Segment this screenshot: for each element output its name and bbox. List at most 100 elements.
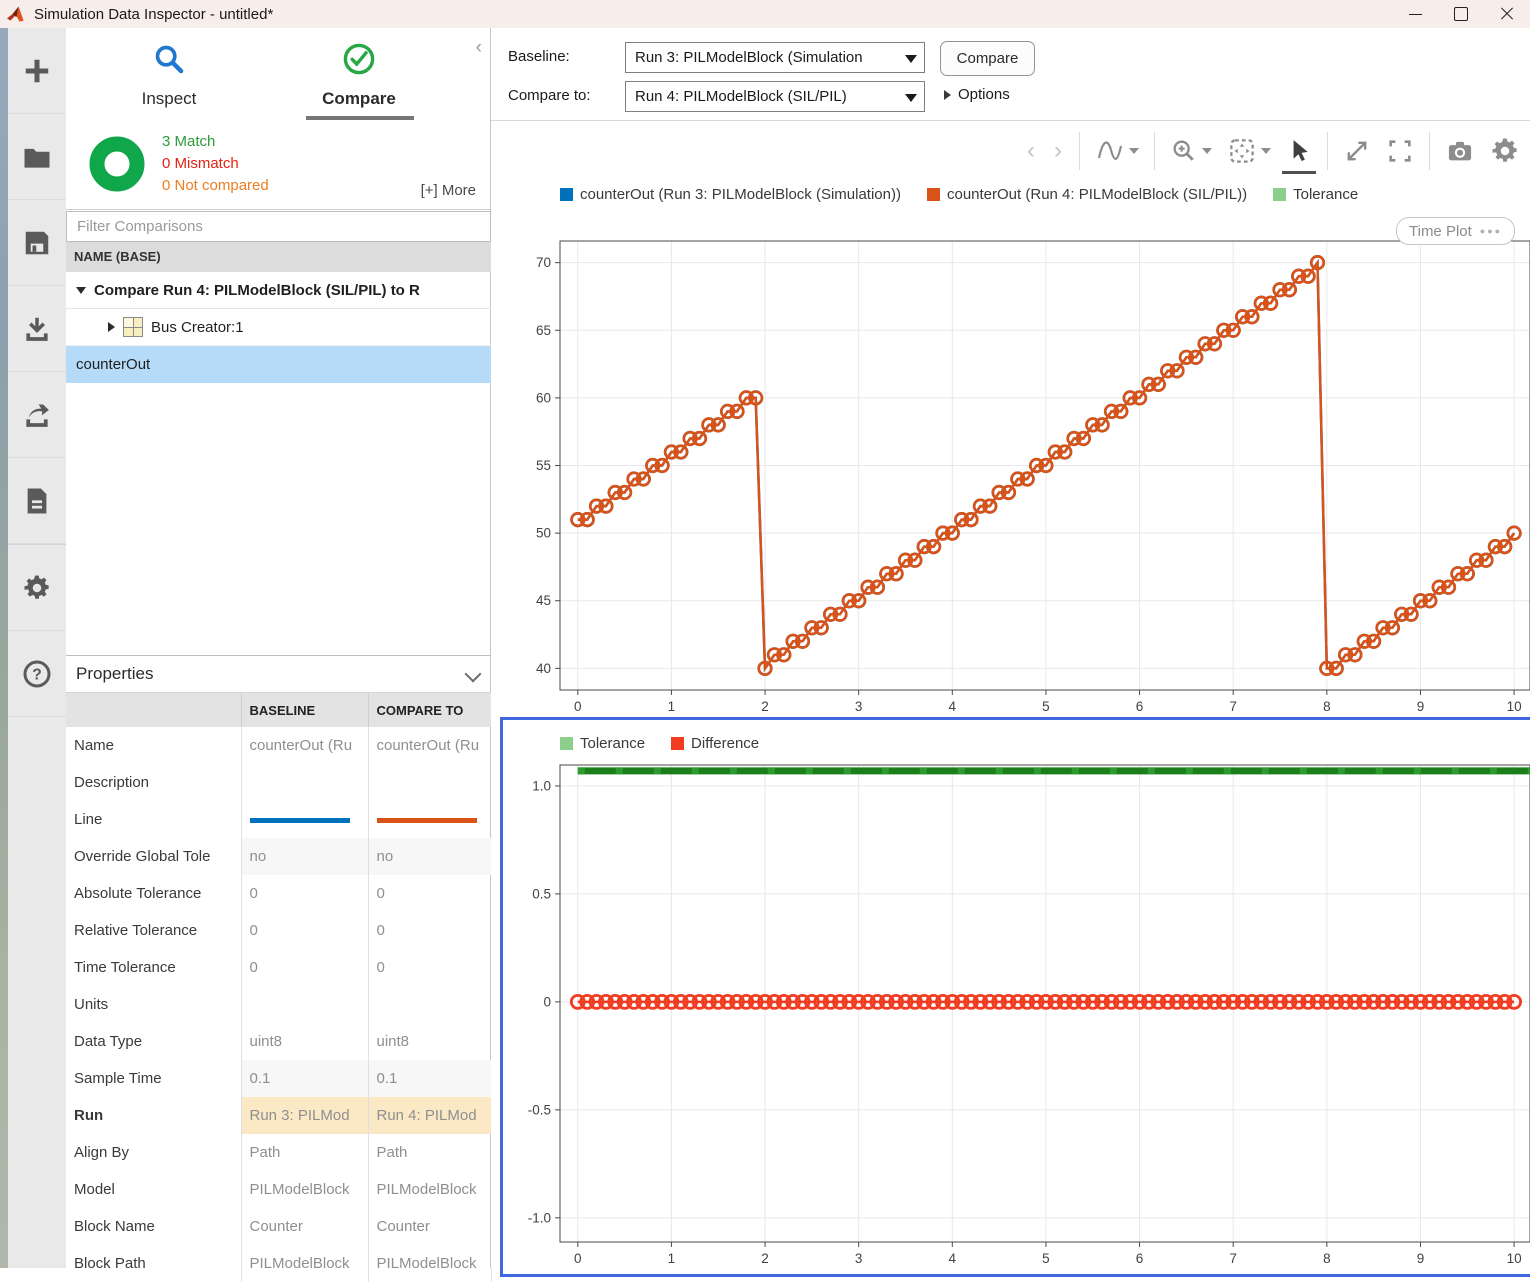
- create-report-icon: [22, 486, 52, 516]
- property-value-baseline: counterOut (Ru: [241, 727, 368, 764]
- preferences-icon: [22, 573, 52, 603]
- svg-text:6: 6: [1136, 1251, 1144, 1266]
- property-label: Run: [66, 1097, 241, 1134]
- property-row-data-type[interactable]: Data Typeuint8uint8: [66, 1023, 491, 1060]
- badge-menu-dots-icon[interactable]: ●●●: [1480, 226, 1502, 236]
- compare-button[interactable]: Compare: [940, 41, 1035, 76]
- active-tab-underline: [306, 116, 414, 120]
- filter-comparisons-input[interactable]: [66, 211, 491, 242]
- svg-text:4: 4: [949, 1251, 957, 1266]
- fit-to-view-icon[interactable]: [1227, 136, 1271, 166]
- signal-display-icon[interactable]: [1095, 137, 1139, 165]
- property-value-baseline: uint8: [241, 1023, 368, 1060]
- expand-plot-icon[interactable]: [1343, 137, 1371, 165]
- bus-creator-label: Bus Creator:1: [151, 319, 244, 336]
- svg-text:2: 2: [761, 699, 769, 714]
- collapsed-triangle-icon[interactable]: [108, 322, 115, 332]
- property-row-sample-time[interactable]: Sample Time0.10.1: [66, 1060, 491, 1097]
- property-row-line[interactable]: Line: [66, 801, 491, 838]
- properties-header[interactable]: Properties: [66, 656, 491, 693]
- match-donut-chart: [88, 135, 146, 193]
- property-value-compare: no: [368, 838, 491, 875]
- property-row-absolute-tolerance[interactable]: Absolute Tolerance00: [66, 875, 491, 912]
- fullscreen-icon[interactable]: [1386, 137, 1414, 165]
- more-link[interactable]: [+] More: [421, 182, 476, 199]
- difference-plot-panel-selected[interactable]: ToleranceDifference 0123456789101.00.50-…: [500, 717, 1530, 1277]
- baseline-dropdown[interactable]: Run 3: PILModelBlock (Simulation: [625, 42, 925, 73]
- svg-text:-1.0: -1.0: [528, 1210, 551, 1225]
- difference-plot-chart[interactable]: 0123456789101.00.50-0.5-1.0: [503, 720, 1530, 1268]
- property-value-baseline: 0: [241, 912, 368, 949]
- zoom-in-icon[interactable]: [1170, 137, 1212, 165]
- snapshot-camera-icon[interactable]: [1445, 137, 1475, 165]
- close-button[interactable]: [1484, 0, 1530, 28]
- property-value-compare: 0.1: [368, 1060, 491, 1097]
- property-label: Model: [66, 1171, 241, 1208]
- plot-settings-gear-icon[interactable]: [1490, 136, 1520, 166]
- property-row-relative-tolerance[interactable]: Relative Tolerance00: [66, 912, 491, 949]
- add-icon: [22, 56, 52, 86]
- svg-text:?: ?: [32, 666, 42, 683]
- open-button[interactable]: [8, 114, 66, 200]
- properties-col-header-COMPARE TO: COMPARE TO: [368, 693, 491, 727]
- import-button[interactable]: [8, 286, 66, 372]
- export-icon: [22, 400, 52, 430]
- help-button[interactable]: ?: [8, 631, 66, 717]
- property-row-override-global-tole[interactable]: Override Global Tolenono: [66, 838, 491, 875]
- save-icon: [22, 228, 52, 258]
- export-button[interactable]: [8, 372, 66, 458]
- counterout-label: counterOut: [76, 356, 150, 373]
- create-report-button[interactable]: [8, 458, 66, 544]
- tree-bus-creator-row[interactable]: Bus Creator:1: [66, 309, 491, 346]
- property-value-baseline: [241, 986, 368, 1023]
- options-expander[interactable]: Options: [944, 86, 1010, 103]
- property-row-run[interactable]: RunRun 3: PILModRun 4: PILMod: [66, 1097, 491, 1134]
- collapse-panel-icon[interactable]: ‹: [476, 38, 482, 57]
- property-value-baseline: 0.1: [241, 1060, 368, 1097]
- maximize-button[interactable]: [1438, 0, 1484, 28]
- options-triangle-icon: [944, 90, 951, 100]
- bus-creator-icon: [123, 317, 143, 337]
- property-label: Absolute Tolerance: [66, 875, 241, 912]
- property-row-time-tolerance[interactable]: Time Tolerance00: [66, 949, 491, 986]
- tree-counterout-row-selected[interactable]: counterOut: [66, 346, 491, 383]
- svg-text:8: 8: [1323, 699, 1331, 714]
- property-row-units[interactable]: Units: [66, 986, 491, 1023]
- property-value-compare: uint8: [368, 1023, 491, 1060]
- time-plot-badge-label: Time Plot: [1409, 223, 1472, 240]
- tree-root-row[interactable]: Compare Run 4: PILModelBlock (SIL/PIL) t…: [66, 272, 491, 309]
- pointer-tool-icon[interactable]: [1286, 137, 1312, 165]
- svg-text:9: 9: [1417, 699, 1425, 714]
- add-button[interactable]: [8, 28, 66, 114]
- property-row-description[interactable]: Description: [66, 764, 491, 801]
- history-forward-icon[interactable]: ›: [1052, 139, 1064, 163]
- expanded-triangle-icon[interactable]: [76, 287, 86, 294]
- property-row-block-name[interactable]: Block NameCounterCounter: [66, 1208, 491, 1245]
- property-value-compare: 0: [368, 875, 491, 912]
- svg-text:65: 65: [536, 323, 551, 338]
- svg-text:7: 7: [1229, 699, 1237, 714]
- minimize-button[interactable]: [1392, 0, 1438, 28]
- property-value-baseline: 0: [241, 875, 368, 912]
- property-row-block-path[interactable]: Block PathPILModelBlockPILModelBlock: [66, 1245, 491, 1282]
- tab-inspect[interactable]: Inspect: [84, 42, 254, 109]
- property-value-baseline: Run 3: PILMod: [241, 1097, 368, 1134]
- svg-text:9: 9: [1417, 1251, 1425, 1266]
- time-plot-chart[interactable]: 01234567891040455055606570: [491, 180, 1530, 720]
- tab-compare[interactable]: Compare: [274, 42, 444, 109]
- time-plot-badge[interactable]: Time Plot ●●●: [1396, 217, 1515, 245]
- property-row-name[interactable]: NamecounterOut (RucounterOut (Ru: [66, 727, 491, 764]
- svg-text:0: 0: [574, 699, 582, 714]
- preferences-button[interactable]: [8, 544, 66, 631]
- properties-panel: Properties BASELINECOMPARE TO Namecounte…: [66, 655, 491, 1282]
- tab-compare-label: Compare: [274, 89, 444, 109]
- property-row-model[interactable]: ModelPILModelBlockPILModelBlock: [66, 1171, 491, 1208]
- history-back-icon[interactable]: ‹: [1025, 139, 1037, 163]
- property-row-align-by[interactable]: Align ByPathPath: [66, 1134, 491, 1171]
- inspect-magnifier-icon: [152, 42, 186, 76]
- compare-to-dropdown[interactable]: Run 4: PILModelBlock (SIL/PIL): [625, 81, 925, 112]
- comparison-tree: Compare Run 4: PILModelBlock (SIL/PIL) t…: [66, 272, 491, 383]
- save-button[interactable]: [8, 200, 66, 286]
- help-icon: ?: [22, 659, 52, 689]
- svg-text:5: 5: [1042, 699, 1050, 714]
